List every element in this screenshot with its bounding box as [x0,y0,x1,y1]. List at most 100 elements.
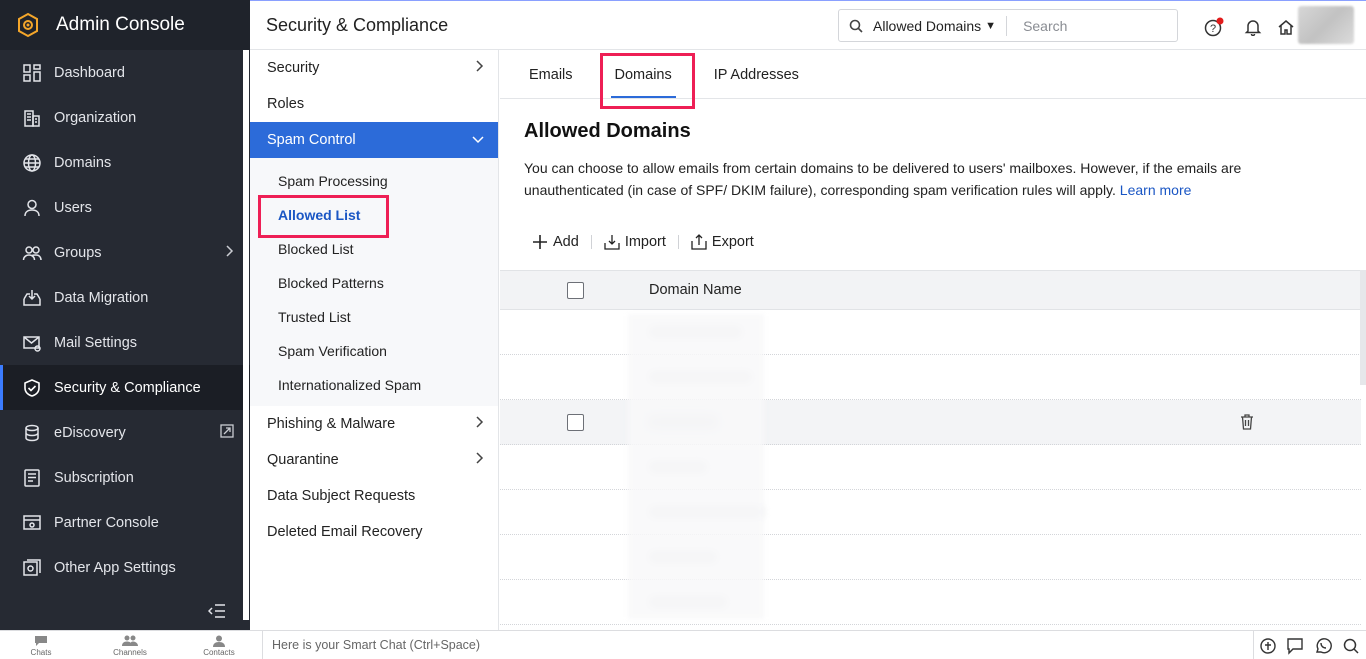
chevron-right-icon [224,244,234,261]
search-icon [849,19,863,33]
subscription-icon [22,468,42,488]
subitem-spam-verification[interactable]: Spam Verification [250,334,498,368]
channels-icon [122,633,138,648]
tab-emails[interactable]: Emails [529,50,573,99]
submenu-item-deleted-email-recovery[interactable]: Deleted Email Recovery [250,514,498,550]
divider [1253,631,1254,659]
section-description: You can choose to allow emails from cert… [524,157,1284,201]
submenu-item-security[interactable]: Security [250,50,498,86]
submenu-item-phishing-malware[interactable]: Phishing & Malware [250,406,498,442]
submenu-item-data-subject-requests[interactable]: Data Subject Requests [250,478,498,514]
export-label: Export [711,234,754,250]
chevron-right-icon [474,60,484,76]
main-sidebar: Admin Console Dashboard Organization Dom… [0,0,250,630]
sidebar-item-ediscovery[interactable]: eDiscovery [0,410,250,455]
sidebar-item-groups[interactable]: Groups [0,230,250,275]
sidebar-item-label: Security & Compliance [54,379,201,396]
help-icon[interactable]: ? [1203,16,1225,38]
submenu-label: Phishing & Malware [267,416,396,432]
bottom-bar: Chats Channels Contacts Here is your Sma… [0,630,1366,659]
subitem-internationalized-spam[interactable]: Internationalized Spam [250,368,498,402]
export-icon [691,234,707,250]
subitem-blocked-list[interactable]: Blocked List [250,232,498,266]
sidebar-item-data-migration[interactable]: Data Migration [0,275,250,320]
tab-ip-addresses[interactable]: IP Addresses [714,50,799,99]
submenu-item-spam-control[interactable]: Spam Control [250,122,498,158]
contacts-icon [213,633,225,648]
sidebar-item-domains[interactable]: Domains [0,140,250,185]
chats-tab[interactable]: Chats [11,633,71,657]
partner-console-icon [22,513,42,533]
submenu-label: Security [267,60,320,76]
main-content: Emails Domains IP Addresses Allowed Doma… [500,50,1366,630]
search-scope-label: Allowed Domains [873,17,982,34]
sidebar-item-label: Domains [54,154,112,171]
sidebar-item-label: eDiscovery [54,424,126,441]
contacts-tab[interactable]: Contacts [189,633,249,657]
external-link-icon[interactable] [220,423,234,442]
search-icon[interactable] [1340,635,1362,657]
tab-bar: Emails Domains IP Addresses [500,50,1366,99]
submenu-label: Roles [267,96,305,112]
section-heading: Allowed Domains [524,120,691,142]
bell-icon[interactable] [1242,16,1264,38]
top-header: Security & Compliance Allowed Domains ▼ … [250,0,1366,50]
toolbar: Add Import Export [532,231,1366,253]
brand[interactable]: Admin Console [0,0,250,50]
sidebar-item-mail-settings[interactable]: Mail Settings [0,320,250,365]
plus-icon [532,234,548,250]
sidebar-item-label: Organization [54,109,137,126]
search-input[interactable] [1007,17,1168,34]
admin-console-logo-icon [14,11,42,39]
search-scope-dropdown[interactable]: Allowed Domains ▼ [863,15,1008,36]
sidebar-item-security-compliance[interactable]: Security & Compliance [0,365,250,410]
table-scrollbar[interactable] [1360,270,1366,385]
sidebar-item-dashboard[interactable]: Dashboard [0,50,250,95]
contacts-label: Contacts [203,648,235,657]
toolbar-divider [590,235,592,249]
sidebar-item-label: Users [54,199,92,216]
table-header: Domain Name [500,270,1361,310]
sidebar-item-subscription[interactable]: Subscription [0,455,250,500]
organization-icon [22,108,42,128]
select-all-checkbox[interactable] [567,281,584,299]
chevron-right-icon [474,416,484,432]
row-checkbox[interactable] [567,414,584,431]
sidebar-item-users[interactable]: Users [0,185,250,230]
user-icon [22,198,42,218]
sidebar-item-other-app-settings[interactable]: Other App Settings [0,545,250,590]
dashboard-icon [22,63,42,83]
sidebar-nav: Dashboard Organization Domains Users Gro… [0,50,250,590]
sidebar-item-label: Partner Console [54,514,159,531]
bot-icon[interactable] [1257,635,1279,657]
sidebar-scrollbar[interactable] [243,50,249,620]
channels-label: Channels [113,648,147,657]
trash-icon[interactable] [1240,413,1254,430]
home-icon[interactable] [1275,16,1297,38]
channels-tab[interactable]: Channels [100,633,160,657]
security-submenu: Security Roles Spam Control Spam Process… [250,50,499,630]
learn-more-link[interactable]: Learn more [1120,182,1192,198]
sidebar-item-partner-console[interactable]: Partner Console [0,500,250,545]
groups-icon [22,243,42,263]
subitem-spam-processing[interactable]: Spam Processing [250,164,498,198]
toolbar-divider [677,235,679,249]
column-header-domain-name: Domain Name [649,282,742,298]
shield-check-icon [22,378,42,398]
chevron-down-icon [472,132,484,148]
add-button[interactable]: Add [532,234,579,250]
submenu-item-quarantine[interactable]: Quarantine [250,442,498,478]
import-button[interactable]: Import [604,234,666,250]
sidebar-item-organization[interactable]: Organization [0,95,250,140]
export-button[interactable]: Export [691,234,754,250]
avatar[interactable] [1298,6,1354,44]
collapse-sidebar-icon[interactable] [206,600,228,622]
subitem-allowed-list[interactable]: Allowed List [250,198,498,232]
subitem-trusted-list[interactable]: Trusted List [250,300,498,334]
message-icon[interactable] [1284,635,1306,657]
subitem-blocked-patterns[interactable]: Blocked Patterns [250,266,498,300]
submenu-item-roles[interactable]: Roles [250,86,498,122]
whatsapp-icon[interactable] [1312,635,1334,657]
tab-domains[interactable]: Domains [610,50,676,99]
smart-chat-input[interactable]: Here is your Smart Chat (Ctrl+Space) [262,631,1252,659]
